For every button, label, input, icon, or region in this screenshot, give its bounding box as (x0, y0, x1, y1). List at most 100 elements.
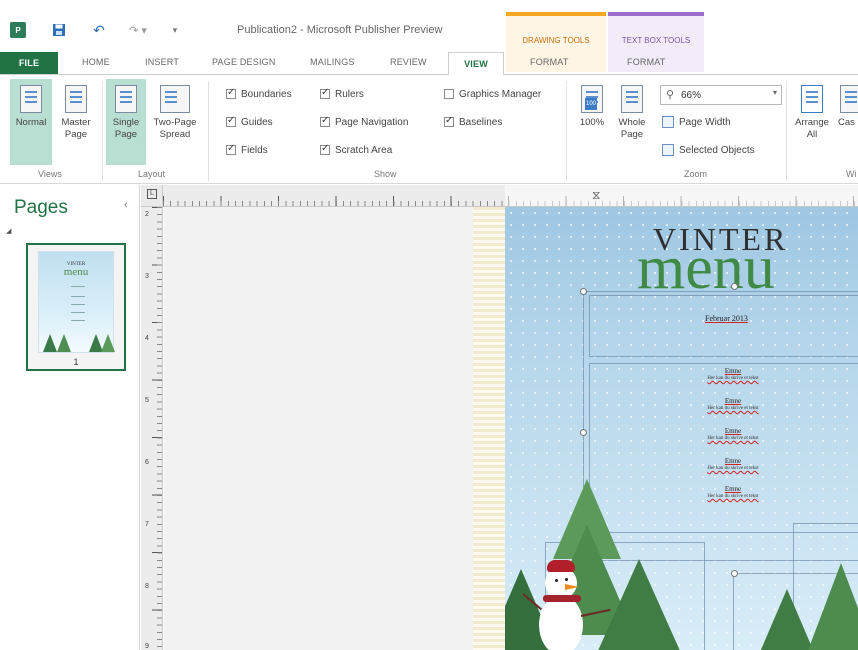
tab-page-design[interactable]: PAGE DESIGN (212, 57, 276, 67)
whole-page-label-1: Whole (618, 117, 646, 128)
tab-review[interactable]: REVIEW (390, 57, 427, 67)
date-text[interactable]: Februar 2013 (705, 314, 748, 323)
cascade-label: Cas (838, 117, 855, 128)
zoom-level-combobox[interactable]: ⚲ 66% ▾ (660, 85, 782, 105)
baselines-label: Baselines (459, 116, 503, 128)
arrange-all-button[interactable]: Arrange All (790, 79, 834, 165)
thumbnail-text-line (71, 286, 85, 287)
zoom-level-value: 66% (681, 89, 702, 101)
redo-button[interactable]: ↷ ▾ (128, 22, 148, 38)
cascade-button[interactable]: Cas (836, 79, 858, 165)
resize-handle[interactable] (580, 288, 587, 295)
publisher-app-icon[interactable]: P (10, 22, 26, 38)
page-navigation-label: Page Navigation (335, 116, 409, 128)
tab-insert[interactable]: INSERT (145, 57, 179, 67)
zoom-100-label: 100% (579, 117, 605, 128)
checkbox-unchecked-icon (444, 89, 454, 99)
menu-item-title[interactable]: Emne (673, 367, 793, 375)
checkbox-checked-icon (226, 115, 236, 127)
resize-handle[interactable] (731, 283, 738, 290)
views-group-label: Views (38, 169, 62, 179)
guides-checkbox[interactable]: Guides (226, 115, 273, 129)
magnifier-icon: ⚲ (666, 89, 675, 101)
checkbox-checked-icon (226, 143, 236, 155)
zoom-100-button[interactable]: 100% (572, 79, 612, 165)
graphics-manager-label: Graphics Manager (459, 88, 542, 100)
checkbox-checked-icon (320, 87, 330, 99)
ruler-number: 5 (145, 397, 149, 404)
scratch-area-label: Scratch Area (335, 144, 393, 156)
menu-item-description[interactable]: Her kan du skrive et tekst (673, 406, 793, 411)
undo-button[interactable]: ↶ (92, 22, 106, 38)
horizontal-ruler[interactable]: ⧖ (163, 185, 858, 207)
section-expander-icon[interactable]: ◢ (6, 227, 11, 235)
save-button[interactable] (52, 22, 66, 38)
thumbnail-text-line (71, 304, 85, 305)
resize-handle[interactable] (731, 570, 738, 577)
menu-item-description[interactable]: Her kan du skrive et tekst (673, 494, 793, 499)
whole-page-icon (621, 85, 643, 113)
chevron-down-icon[interactable]: ▾ (773, 88, 777, 97)
scratch-area-checkbox[interactable]: Scratch Area (320, 143, 392, 157)
ribbon-separator (208, 81, 209, 181)
menu-item-description[interactable]: Her kan du skrive et tekst (673, 466, 793, 471)
rulers-checkbox[interactable]: Rulers (320, 87, 364, 101)
selected-objects-button[interactable]: Selected Objects (662, 142, 755, 158)
ruler-number: 7 (145, 521, 149, 528)
text-box-tools-label: TEXT BOX TOOLS (621, 36, 691, 45)
two-page-spread-button[interactable]: Two-Page Spread (147, 79, 203, 165)
tab-home[interactable]: HOME (82, 57, 110, 67)
single-page-button[interactable]: Single Page (106, 79, 146, 165)
tab-view[interactable]: VIEW (448, 52, 504, 75)
pages-pane: Pages ‹ ◢ VINTER menu 1 (0, 185, 140, 650)
whole-page-label-2: Page (620, 129, 644, 140)
tab-mailings[interactable]: MAILINGS (310, 57, 355, 67)
two-page-label-1: Two-Page (153, 117, 197, 128)
resize-handle[interactable] (580, 429, 587, 436)
ruler-number: 3 (145, 273, 149, 280)
collapse-pane-icon[interactable]: ‹ (124, 199, 128, 211)
menu-item-description[interactable]: Her kan du skrive et tekst (673, 436, 793, 441)
menu-item-title[interactable]: Emne (673, 485, 793, 493)
page-thumbnail[interactable]: VINTER menu 1 (26, 243, 126, 371)
fields-checkbox[interactable]: Fields (226, 143, 268, 157)
baselines-checkbox[interactable]: Baselines (444, 115, 502, 129)
title-line-menu[interactable]: menu (637, 237, 775, 299)
ribbon-separator (566, 81, 567, 181)
ruler-corner[interactable]: L (141, 185, 163, 207)
chevron-down-icon: ▾ (172, 24, 178, 35)
menu-item-title[interactable]: Emne (673, 457, 793, 465)
normal-view-button[interactable]: Normal (10, 79, 52, 165)
checkbox-checked-icon (320, 115, 330, 127)
undo-icon: ↶ (93, 21, 105, 38)
boundaries-checkbox[interactable]: Boundaries (226, 87, 292, 101)
snowman-eye (555, 579, 558, 582)
master-page-button[interactable]: Master Page (55, 79, 97, 165)
page-width-button[interactable]: Page Width (662, 114, 731, 130)
tab-drawing-format[interactable]: FORMAT (530, 57, 569, 67)
graphics-manager-checkbox[interactable]: Graphics Manager (444, 87, 541, 101)
vertical-ruler[interactable]: 2 3 4 5 6 7 8 9 (141, 207, 163, 650)
whole-page-button[interactable]: Whole Page (612, 79, 652, 165)
show-group-label: Show (374, 169, 397, 179)
tab-file[interactable]: FILE (0, 52, 58, 74)
ruler-number: 2 (145, 211, 149, 218)
boundary-guide (589, 295, 858, 357)
master-page-icon (65, 85, 87, 113)
indent-marker-icon[interactable]: ⧖ (592, 188, 600, 203)
tab-text-box-format[interactable]: FORMAT (627, 57, 666, 67)
selected-objects-label: Selected Objects (679, 144, 755, 156)
publication-page[interactable]: VINTER menu Februar 2013 Emne Her kan du… (505, 207, 858, 650)
menu-item-title[interactable]: Emne (673, 397, 793, 405)
checkbox-checked-icon (444, 115, 454, 127)
scratch-area[interactable]: VINTER menu Februar 2013 Emne Her kan du… (164, 207, 858, 650)
page-number-label: 1 (73, 357, 79, 367)
ribbon-view: Normal Master Page Views Single Page Two… (0, 74, 858, 184)
menu-item-description[interactable]: Her kan du skrive et tekst (673, 376, 793, 381)
ruler-number: 6 (145, 459, 149, 466)
page-navigation-checkbox[interactable]: Page Navigation (320, 115, 408, 129)
customize-quick-access-button[interactable]: ▾ (170, 22, 180, 38)
pages-pane-title: Pages (14, 197, 68, 218)
menu-item-title[interactable]: Emne (673, 427, 793, 435)
ribbon-tabs: FILE HOME INSERT PAGE DESIGN MAILINGS RE… (0, 52, 858, 75)
